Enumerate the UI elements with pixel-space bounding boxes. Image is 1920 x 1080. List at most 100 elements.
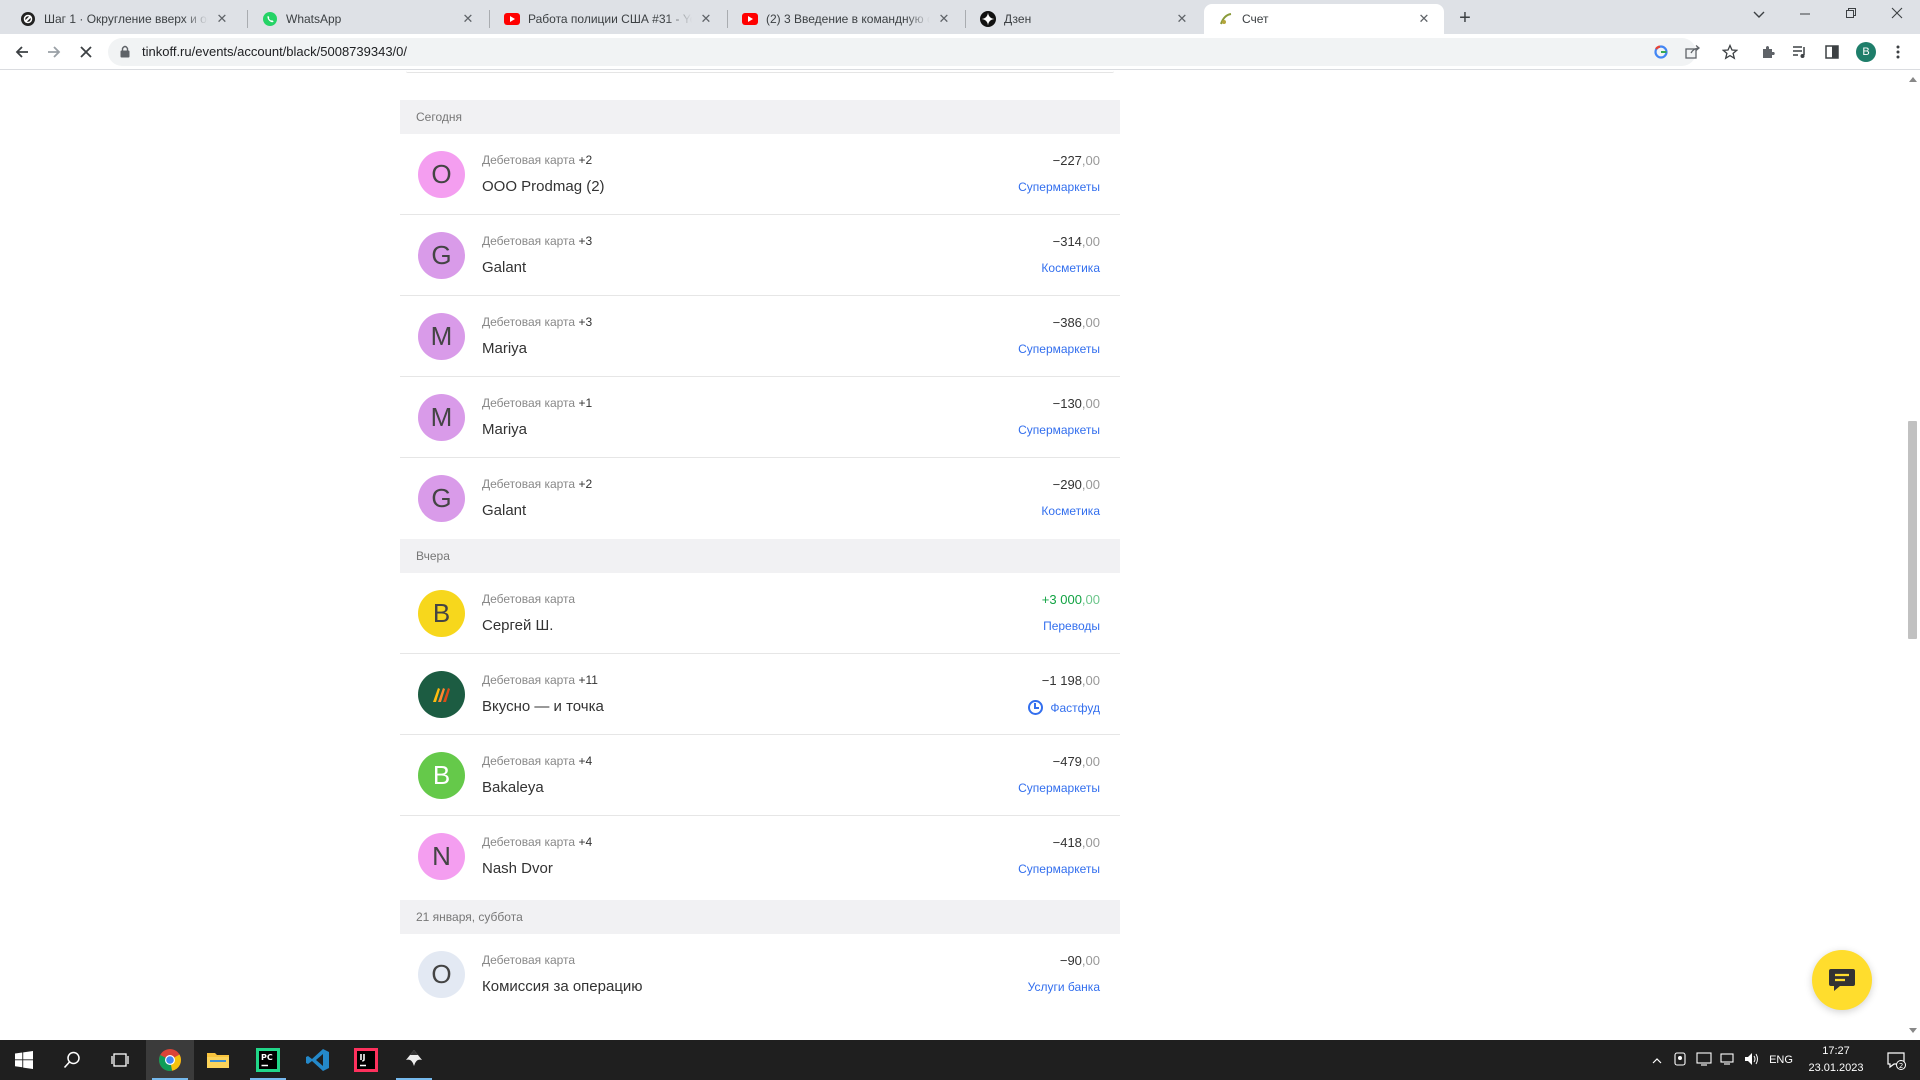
category-label[interactable]: Супермаркеты xyxy=(1018,180,1100,194)
tab-search-button[interactable] xyxy=(1736,0,1782,30)
operations-feed: Сегодня O Дебетовая карта +2 ООО Prodmag… xyxy=(400,71,1120,1015)
merchant-avatar: O xyxy=(418,151,465,198)
extensions-icon[interactable] xyxy=(1756,40,1780,64)
category-link[interactable]: Косметика xyxy=(1041,261,1100,275)
chrome-icon xyxy=(159,1049,181,1071)
tab-stepik[interactable]: Шаг 1 · Округление вверх и окр ✕ xyxy=(6,4,242,34)
tab-dzen[interactable]: Дзен ✕ xyxy=(966,4,1202,34)
taskbar-jetbrains[interactable]: IJ xyxy=(342,1040,390,1080)
tab-youtube-police[interactable]: Работа полиции США #31 - You ✕ xyxy=(490,4,726,34)
merchant-avatar: B xyxy=(418,752,465,799)
card-label: Дебетовая карта xyxy=(482,953,575,967)
category-link[interactable]: Супермаркеты xyxy=(1018,423,1100,437)
page-scrollbar[interactable] xyxy=(1904,71,1920,1039)
camera-icon[interactable] xyxy=(1668,1051,1692,1069)
scroll-up-icon[interactable] xyxy=(1909,77,1917,82)
category-link[interactable]: Косметика xyxy=(1041,504,1100,518)
minimize-button[interactable] xyxy=(1782,0,1828,30)
start-button[interactable] xyxy=(0,1040,48,1080)
merchant-name: Комиссия за операцию xyxy=(482,978,643,995)
share-icon[interactable] xyxy=(1684,43,1702,61)
bookmark-star-icon[interactable] xyxy=(1718,40,1742,64)
menu-kebab-icon[interactable] xyxy=(1886,40,1910,64)
category-link[interactable]: Супермаркеты xyxy=(1018,781,1100,795)
notification-center-button[interactable]: 2 xyxy=(1872,1040,1920,1080)
new-tab-button[interactable]: + xyxy=(1452,6,1478,32)
back-button[interactable] xyxy=(10,40,34,64)
close-icon[interactable]: ✕ xyxy=(214,11,230,27)
category-link[interactable]: Супермаркеты xyxy=(1018,342,1100,356)
scrollbar-thumb[interactable] xyxy=(1908,421,1917,639)
category-label[interactable]: Услуги банка xyxy=(1028,980,1100,994)
category-label[interactable]: Супермаркеты xyxy=(1018,342,1100,356)
operation-row[interactable]: Дебетовая карта +11 Вкусно — и точка −1 … xyxy=(400,654,1120,735)
amount: +3 000,00 xyxy=(1042,592,1100,607)
taskbar-file-explorer[interactable] xyxy=(194,1040,242,1080)
profile-avatar[interactable]: B xyxy=(1856,42,1876,62)
support-chat-button[interactable] xyxy=(1812,950,1872,1010)
amount: −290,00 xyxy=(1053,477,1100,492)
close-icon[interactable]: ✕ xyxy=(1174,11,1190,27)
taskbar-inkscape[interactable] xyxy=(390,1040,438,1080)
amount-kop: ,00 xyxy=(1081,673,1100,688)
taskbar-vscode[interactable] xyxy=(294,1040,342,1080)
merchant-avatar: O xyxy=(418,951,465,998)
category-link[interactable]: Супермаркеты xyxy=(1018,862,1100,876)
restore-button[interactable] xyxy=(1828,0,1874,30)
operation-row[interactable]: M Дебетовая карта +3 Mariya −386,00 Супе… xyxy=(400,296,1120,377)
close-icon[interactable]: ✕ xyxy=(460,11,476,27)
scroll-down-icon[interactable] xyxy=(1909,1028,1917,1033)
chevron-up-icon[interactable] xyxy=(1646,1053,1668,1067)
task-view-button[interactable] xyxy=(96,1040,144,1080)
operation-row[interactable]: B Дебетовая карта +4 Bakaleya −479,00 Су… xyxy=(400,735,1120,816)
category-label[interactable]: Фастфуд xyxy=(1050,701,1100,715)
category-label[interactable]: Косметика xyxy=(1041,504,1100,518)
tab-whatsapp[interactable]: WhatsApp ✕ xyxy=(248,4,488,34)
operation-row[interactable]: M Дебетовая карта +1 Mariya −130,00 Супе… xyxy=(400,377,1120,458)
amount: −1 198,00 xyxy=(1042,673,1100,688)
tab-account[interactable]: Счет ✕ xyxy=(1204,4,1444,34)
close-icon[interactable]: ✕ xyxy=(936,11,952,27)
amount-rub: −479 xyxy=(1052,754,1082,769)
card-name: Дебетовая карта xyxy=(482,315,576,329)
category-label[interactable]: Супермаркеты xyxy=(1018,423,1100,437)
category-label[interactable]: Супермаркеты xyxy=(1018,862,1100,876)
close-icon[interactable]: ✕ xyxy=(1416,11,1432,27)
stop-loading-button[interactable] xyxy=(74,40,98,64)
close-icon[interactable]: ✕ xyxy=(698,11,714,27)
card-extra: +1 xyxy=(578,396,593,410)
pycharm-icon: PC xyxy=(256,1048,280,1072)
tab-youtube-intro[interactable]: (2) 3 Введение в командную стр ✕ xyxy=(728,4,964,34)
close-window-button[interactable] xyxy=(1874,0,1920,30)
media-control-icon[interactable] xyxy=(1788,40,1812,64)
volume-icon[interactable] xyxy=(1740,1052,1764,1069)
taskbar-clock[interactable]: 17:27 23.01.2023 xyxy=(1796,1043,1876,1077)
category-label[interactable]: Косметика xyxy=(1041,261,1100,275)
search-button[interactable] xyxy=(48,1040,96,1080)
category-link[interactable]: Услуги банка xyxy=(1028,980,1100,994)
category-label[interactable]: Переводы xyxy=(1043,619,1100,633)
operation-row[interactable]: N Дебетовая карта +4 Nash Dvor −418,00 С… xyxy=(400,816,1120,897)
side-panel-icon[interactable] xyxy=(1820,40,1844,64)
amount-kop: ,00 xyxy=(1081,835,1100,850)
network-icon[interactable] xyxy=(1716,1052,1740,1069)
operation-row[interactable]: G Дебетовая карта +3 Galant −314,00 Косм… xyxy=(400,215,1120,296)
address-bar[interactable]: tinkoff.ru/events/account/black/50087393… xyxy=(108,38,1701,66)
amount-kop: ,00 xyxy=(1081,477,1100,492)
google-lens-icon[interactable] xyxy=(1652,43,1670,61)
operation-row[interactable]: O Дебетовая карта +2 ООО Prodmag (2) −22… xyxy=(400,134,1120,215)
taskbar-chrome[interactable] xyxy=(146,1040,194,1080)
lock-icon[interactable] xyxy=(120,45,130,63)
category-link[interactable]: Супермаркеты xyxy=(1018,180,1100,194)
url-text[interactable]: tinkoff.ru/events/account/black/50087393… xyxy=(142,44,407,59)
category-link[interactable]: Переводы xyxy=(1043,619,1100,633)
operation-row[interactable]: O Дебетовая карта Комиссия за операцию −… xyxy=(400,934,1120,1015)
taskbar-pycharm[interactable]: PC xyxy=(244,1040,292,1080)
operation-row[interactable]: G Дебетовая карта +2 Galant −290,00 Косм… xyxy=(400,458,1120,539)
category-link[interactable]: Фастфуд xyxy=(1028,700,1100,715)
category-label[interactable]: Супермаркеты xyxy=(1018,781,1100,795)
operation-row[interactable]: B Дебетовая карта Сергей Ш. +3 000,00 Пе… xyxy=(400,573,1120,654)
language-indicator[interactable]: ENG xyxy=(1764,1054,1798,1066)
forward-button[interactable] xyxy=(42,40,66,64)
display-icon[interactable] xyxy=(1692,1051,1716,1069)
